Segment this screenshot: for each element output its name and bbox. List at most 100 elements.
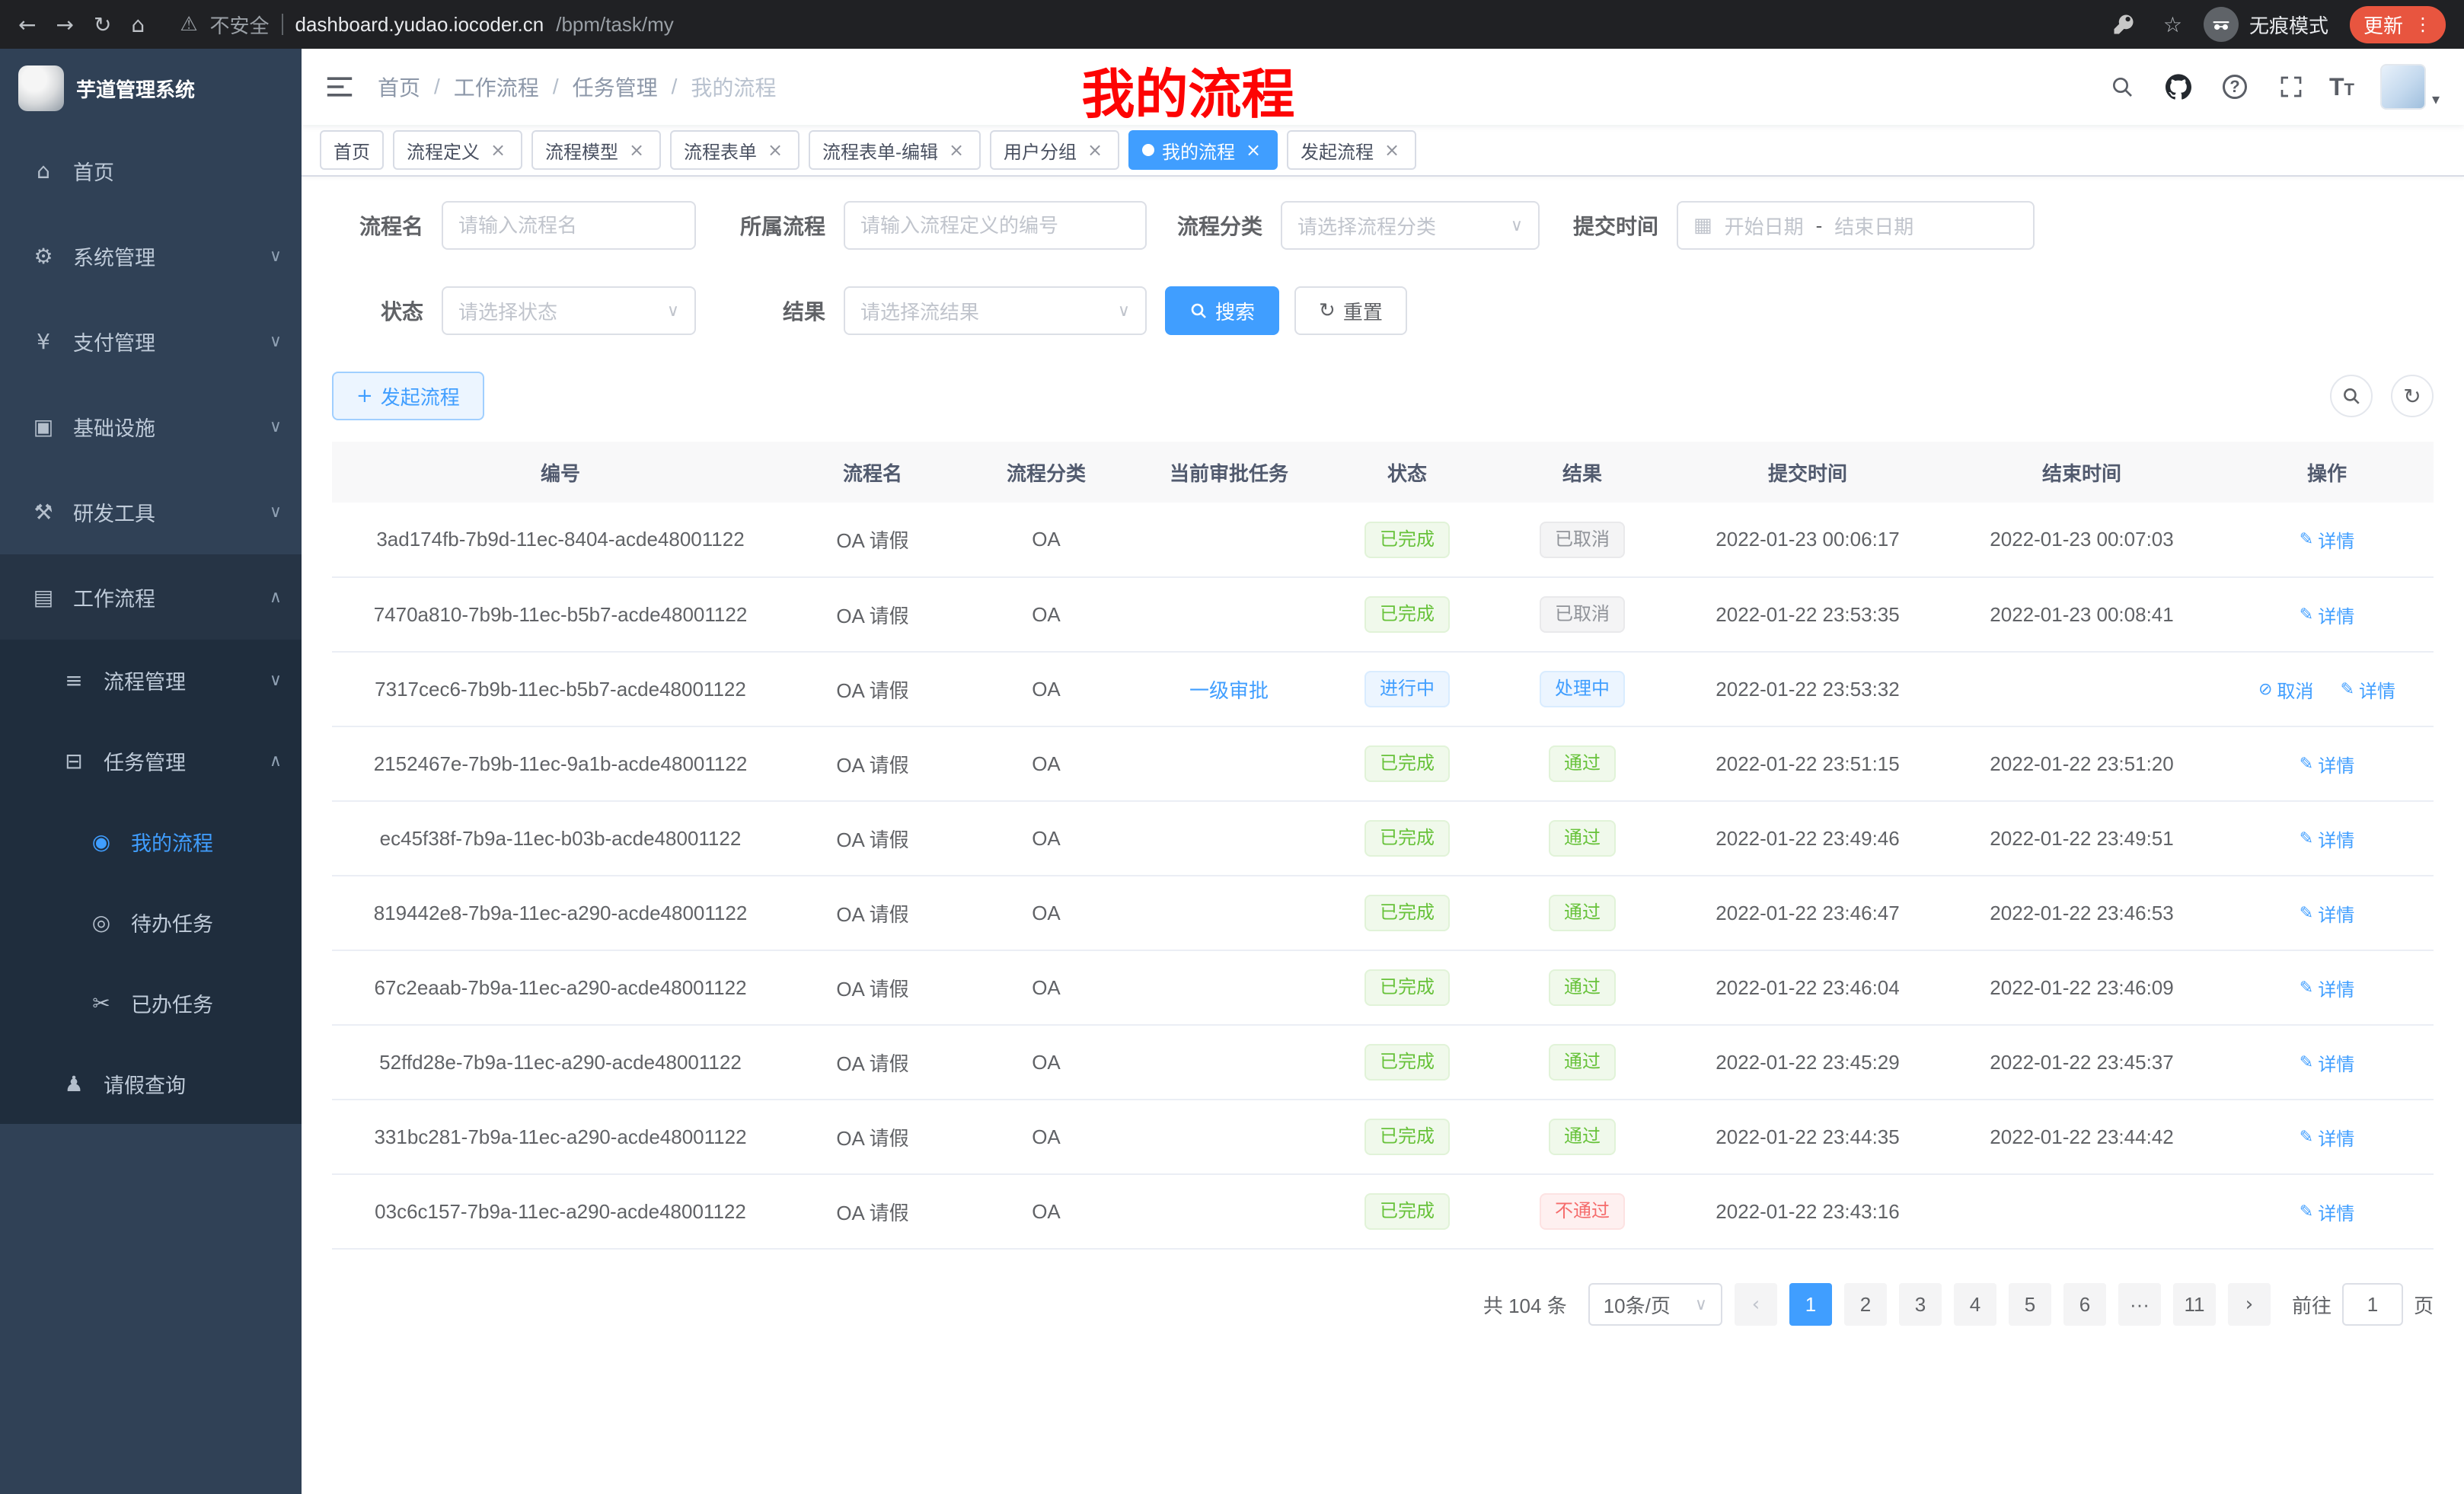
status-select[interactable]: 请选择状态 ∨ <box>442 286 696 335</box>
tab-close-icon[interactable]: × <box>764 139 786 161</box>
sidebar-item-system[interactable]: ⚙ 系统管理 ∨ <box>0 213 302 298</box>
table-row: 819442e8-7b9a-11ec-a290-acde48001122 OA … <box>332 876 2434 950</box>
range-separator: - <box>1816 214 1823 238</box>
detail-link[interactable]: ✎详情 <box>2300 602 2354 628</box>
toggle-search-icon[interactable] <box>2330 375 2373 417</box>
password-key-icon[interactable] <box>2105 3 2142 46</box>
result-select[interactable]: 请选择流结果 ∨ <box>844 286 1147 335</box>
reset-button[interactable]: ↻ 重置 <box>1294 286 1407 335</box>
page-button[interactable]: 1 <box>1789 1283 1832 1326</box>
sidebar-item-done-tasks[interactable]: ✂ 已办任务 <box>0 962 302 1043</box>
process-def-input[interactable] <box>844 201 1147 250</box>
column-header: 编号 <box>332 442 789 503</box>
prev-page-button[interactable]: ‹ <box>1735 1283 1777 1326</box>
tab-close-icon[interactable]: × <box>487 139 509 161</box>
start-date-placeholder[interactable]: 开始日期 <box>1725 212 1804 240</box>
tab[interactable]: 我的流程 × <box>1128 130 1278 170</box>
search-icon[interactable] <box>2104 65 2140 108</box>
user-menu[interactable]: ▾ <box>2380 64 2440 110</box>
page-size-select[interactable]: 10条/页 ∨ <box>1588 1283 1722 1326</box>
browser-update-button[interactable]: 更新 ⋮ <box>2350 6 2446 43</box>
sidebar-item-payment[interactable]: ¥ 支付管理 ∨ <box>0 298 302 384</box>
incognito-badge[interactable]: 无痕模式 <box>2204 7 2328 42</box>
page-button[interactable]: 5 <box>2009 1283 2051 1326</box>
tab[interactable]: 发起流程 × <box>1287 130 1416 170</box>
tab[interactable]: 流程模型 × <box>531 130 661 170</box>
tab-close-icon[interactable]: × <box>1084 139 1106 161</box>
sidebar-item-label: 请假查询 <box>104 1069 186 1099</box>
create-process-button[interactable]: + 发起流程 <box>332 372 484 420</box>
tab[interactable]: 流程表单 × <box>670 130 800 170</box>
browser-home-icon[interactable]: ⌂ <box>131 12 145 37</box>
end-date-placeholder[interactable]: 结束日期 <box>1834 212 1913 240</box>
chevron-down-icon: ∨ <box>1695 1295 1707 1314</box>
chevron-down-icon: ∨ <box>1118 302 1130 321</box>
tab[interactable]: 首页 × <box>320 130 384 170</box>
page-button[interactable]: 11 <box>2173 1283 2216 1326</box>
page-button[interactable]: 3 <box>1899 1283 1942 1326</box>
tab[interactable]: 流程表单-编辑 × <box>809 130 981 170</box>
sidebar-item-home[interactable]: ⌂ 首页 <box>0 128 302 213</box>
font-size-icon[interactable]: TT <box>2329 73 2354 101</box>
bookmark-star-icon[interactable]: ☆ <box>2163 12 2182 37</box>
detail-link[interactable]: ✎详情 <box>2300 825 2354 852</box>
refresh-table-icon[interactable]: ↻ <box>2391 375 2434 417</box>
browser-forward-icon[interactable]: → <box>56 12 73 37</box>
detail-link[interactable]: ✎详情 <box>2300 975 2354 1001</box>
detail-icon: ✎ <box>2300 904 2313 923</box>
sidebar-item-infra[interactable]: ▣ 基础设施 ∨ <box>0 384 302 469</box>
hamburger-icon[interactable] <box>326 75 353 99</box>
detail-link[interactable]: ✎详情 <box>2300 751 2354 777</box>
sidebar-item-process-management[interactable]: ≡ 流程管理 ∨ <box>0 640 302 720</box>
sidebar-item-devtools[interactable]: ⚒ 研发工具 ∨ <box>0 469 302 554</box>
page-button[interactable]: 4 <box>1954 1283 1996 1326</box>
detail-link[interactable]: ✎详情 <box>2300 1049 2354 1076</box>
fullscreen-icon[interactable] <box>2273 65 2309 108</box>
breadcrumb-item[interactable]: 首页 <box>378 72 420 102</box>
browser-reload-icon[interactable]: ↻ <box>94 12 111 37</box>
sidebar-item-task-management[interactable]: ⊟ 任务管理 ∧ <box>0 720 302 801</box>
page-button[interactable]: 6 <box>2063 1283 2106 1326</box>
breadcrumb-item[interactable]: 工作流程 <box>454 72 539 102</box>
avatar[interactable] <box>2380 64 2426 110</box>
cancel-link[interactable]: ⊘取消 <box>2258 676 2313 703</box>
table-row: 03c6c157-7b9a-11ec-a290-acde48001122 OA … <box>332 1174 2434 1249</box>
process-name-input[interactable] <box>442 201 696 250</box>
category-select[interactable]: 请选择流程分类 ∨ <box>1281 201 1540 250</box>
cell-end-time: 2022-01-23 00:08:41 <box>1943 577 2220 652</box>
detail-link[interactable]: ✎详情 <box>2341 676 2395 703</box>
tab-close-icon[interactable]: × <box>946 139 967 161</box>
sidebar-item-leave-query[interactable]: ♟ 请假查询 <box>0 1043 302 1124</box>
process-def-label: 所属流程 <box>696 210 844 241</box>
page-button[interactable]: ··· <box>2118 1283 2161 1326</box>
tab-close-icon[interactable]: × <box>1381 139 1403 161</box>
breadcrumb-item[interactable]: 任务管理 <box>573 72 658 102</box>
tab[interactable]: 流程定义 × <box>393 130 522 170</box>
browser-back-icon[interactable]: ← <box>18 12 36 37</box>
github-icon[interactable] <box>2160 65 2197 108</box>
browser-menu-icon[interactable]: ⋮ <box>2414 14 2432 35</box>
cell-end-time <box>1943 1174 2220 1249</box>
task-link[interactable]: 一级审批 <box>1189 679 1269 702</box>
search-button[interactable]: 搜索 <box>1165 286 1279 335</box>
detail-link[interactable]: ✎详情 <box>2300 1124 2354 1151</box>
detail-link[interactable]: ✎详情 <box>2300 526 2354 553</box>
detail-link[interactable]: ✎详情 <box>2300 1199 2354 1225</box>
cell-actions: ⊘ ✎详情 <box>2220 1100 2434 1174</box>
tab[interactable]: 用户分组 × <box>990 130 1119 170</box>
address-bar[interactable]: ⚠ 不安全 dashboard.yudao.iocoder.cn/bpm/tas… <box>180 11 674 39</box>
column-header: 操作 <box>2220 442 2434 503</box>
help-icon[interactable]: ? <box>2217 65 2253 108</box>
sidebar-item-todo-tasks[interactable]: ◎ 待办任务 <box>0 882 302 962</box>
sidebar-item-workflow[interactable]: ▤ 工作流程 ∧ <box>0 554 302 640</box>
submit-time-range-picker[interactable]: ▦ 开始日期 - 结束日期 <box>1677 201 2035 250</box>
sidebar-item-my-process[interactable]: ◉ 我的流程 <box>0 801 302 882</box>
app-logo[interactable]: 芋道管理系统 <box>0 49 302 128</box>
goto-page-input[interactable] <box>2342 1283 2403 1326</box>
detail-link[interactable]: ✎详情 <box>2300 900 2354 927</box>
tab-close-icon[interactable]: × <box>1243 139 1264 161</box>
cell-result: 处理中 <box>1492 652 1672 726</box>
page-button[interactable]: 2 <box>1844 1283 1887 1326</box>
tab-close-icon[interactable]: × <box>626 139 647 161</box>
next-page-button[interactable]: › <box>2228 1283 2271 1326</box>
